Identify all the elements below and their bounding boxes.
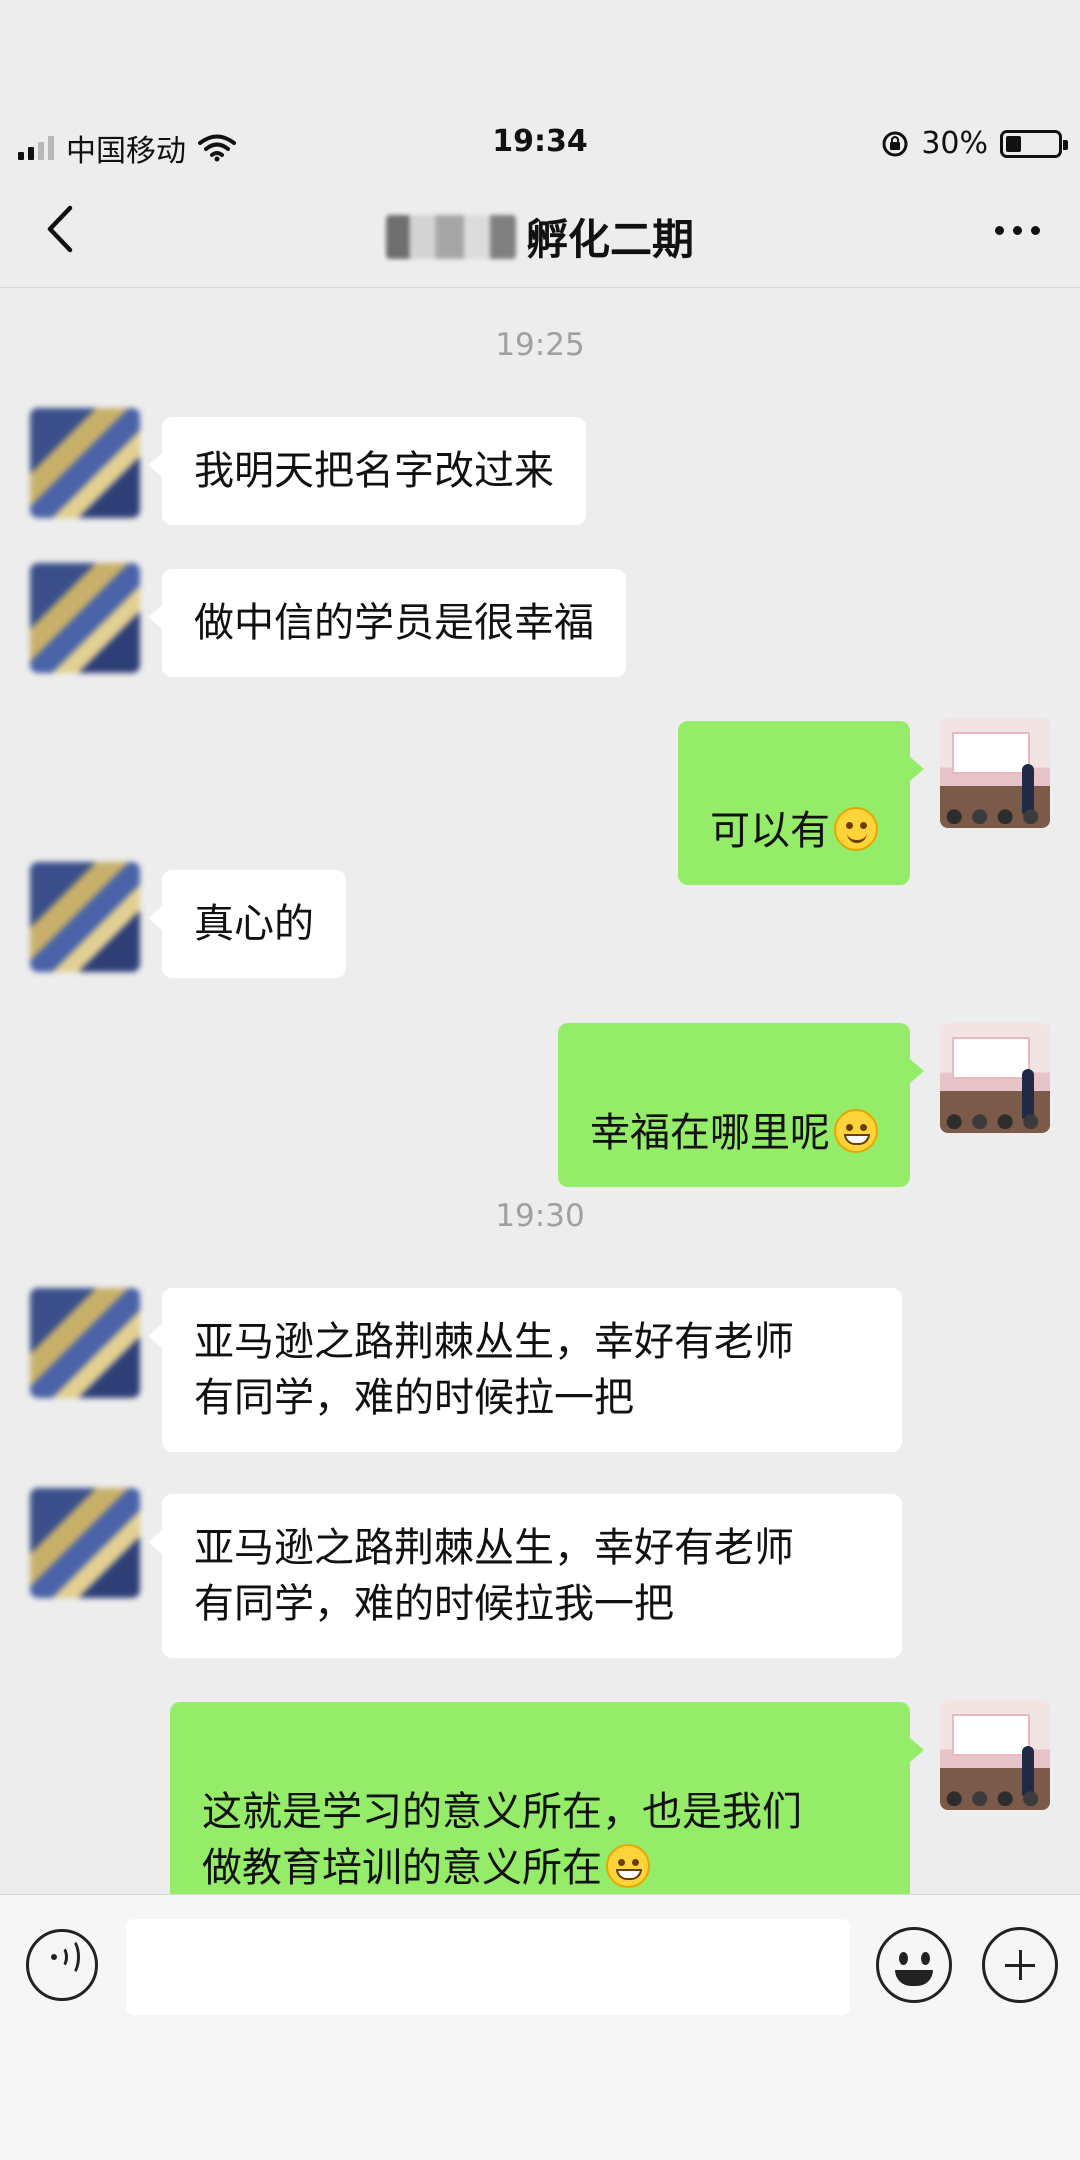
chat-title-group: 孵化二期: [0, 206, 1080, 267]
bottom-safe-area: [0, 2040, 1080, 2160]
message-input[interactable]: [126, 1919, 850, 2015]
self-avatar[interactable]: [940, 1023, 1050, 1133]
voice-icon[interactable]: [26, 1929, 98, 2001]
emoji-icon[interactable]: [876, 1927, 952, 2003]
message-bubble[interactable]: 可以有: [678, 721, 924, 885]
orientation-lock-icon: [882, 131, 908, 156]
message-bubble[interactable]: 亚马逊之路荆棘丛生，幸好有老师 有同学，难的时候拉一把: [148, 1288, 902, 1452]
message-text: 这就是学习的意义所在，也是我们 做教育培训的意义所在: [202, 1789, 802, 1891]
avatar[interactable]: [30, 563, 140, 673]
avatar[interactable]: [30, 408, 140, 518]
self-avatar[interactable]: [940, 1700, 1050, 1810]
message-text: 幸福在哪里呢: [590, 1110, 830, 1156]
avatar[interactable]: [30, 1488, 140, 1598]
message-timestamp: 19:25: [495, 327, 585, 363]
battery-percent: 30%: [921, 126, 988, 161]
message-bubble[interactable]: 亚马逊之路荆棘丛生，幸好有老师 有同学，难的时候拉我一把: [148, 1494, 902, 1658]
status-right: 30%: [881, 126, 1068, 161]
grin-emoji-icon: [606, 1844, 650, 1888]
chat-title: 孵化二期: [525, 215, 694, 264]
smile-emoji-icon: [834, 807, 878, 851]
chat-header: 孵化二期: [0, 170, 1080, 288]
battery-icon: [1000, 129, 1068, 158]
message-bubble[interactable]: 这就是学习的意义所在，也是我们 做教育培训的意义所在: [170, 1702, 924, 1922]
message-bubble[interactable]: 做中信的学员是很幸福: [148, 569, 626, 677]
message-bubble[interactable]: 我明天把名字改过来: [148, 417, 586, 525]
message-text: 可以有: [710, 808, 830, 854]
redacted-name: [385, 214, 516, 259]
avatar[interactable]: [30, 862, 140, 972]
status-bar: 中国移动 19:34 30%: [0, 0, 1080, 170]
more-dots-icon[interactable]: [995, 226, 1040, 235]
grin-emoji-icon: [834, 1109, 878, 1153]
message-bubble[interactable]: 幸福在哪里呢: [558, 1023, 924, 1187]
message-timestamp: 19:30: [495, 1198, 585, 1234]
avatar[interactable]: [30, 1288, 140, 1398]
input-bar: [0, 1894, 1080, 2041]
message-bubble[interactable]: 真心的: [148, 870, 346, 978]
self-avatar[interactable]: [940, 718, 1050, 828]
plus-icon[interactable]: [982, 1927, 1058, 2003]
